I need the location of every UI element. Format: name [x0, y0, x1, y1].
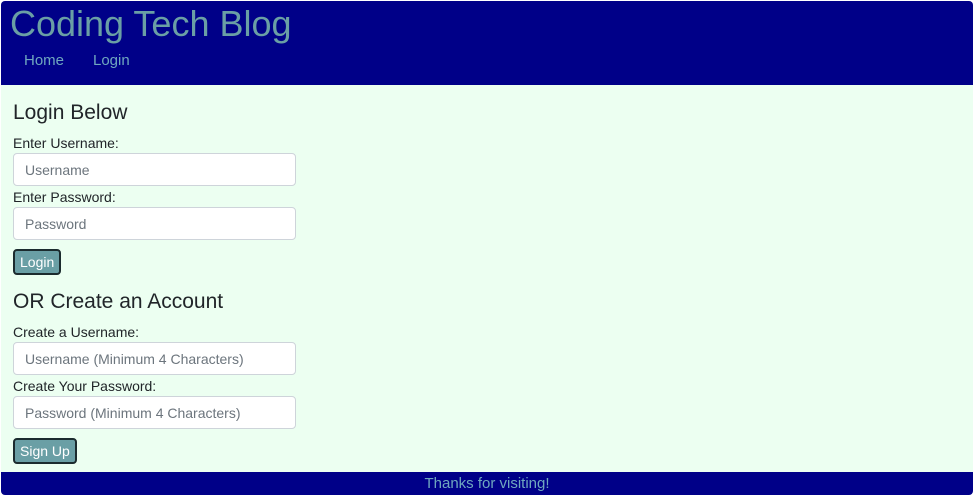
login-button[interactable]: Login [13, 249, 62, 275]
nav-link-login[interactable]: Login [93, 51, 130, 71]
login-username-label: Enter Username: [13, 135, 119, 151]
signup-password-input[interactable] [13, 396, 296, 429]
page-frame: Coding Tech Blog Home Login Login Below … [1, 1, 973, 495]
site-title: Coding Tech Blog [10, 3, 292, 44]
signup-button[interactable]: Sign Up [13, 438, 77, 464]
signup-username-label: Create a Username: [13, 324, 140, 340]
login-heading: Login Below [13, 101, 128, 124]
site-footer: Thanks for visiting! [1, 472, 973, 495]
footer-text: Thanks for visiting! [424, 475, 550, 492]
site-header: Coding Tech Blog Home Login [1, 1, 973, 85]
signup-heading: OR Create an Account [13, 290, 224, 313]
login-password-input[interactable] [13, 207, 296, 240]
signup-password-label: Create Your Password: [13, 378, 157, 394]
login-username-input[interactable] [13, 153, 296, 186]
signup-username-input[interactable] [13, 342, 296, 375]
nav-link-home[interactable]: Home [24, 51, 64, 71]
login-password-label: Enter Password: [13, 189, 116, 205]
